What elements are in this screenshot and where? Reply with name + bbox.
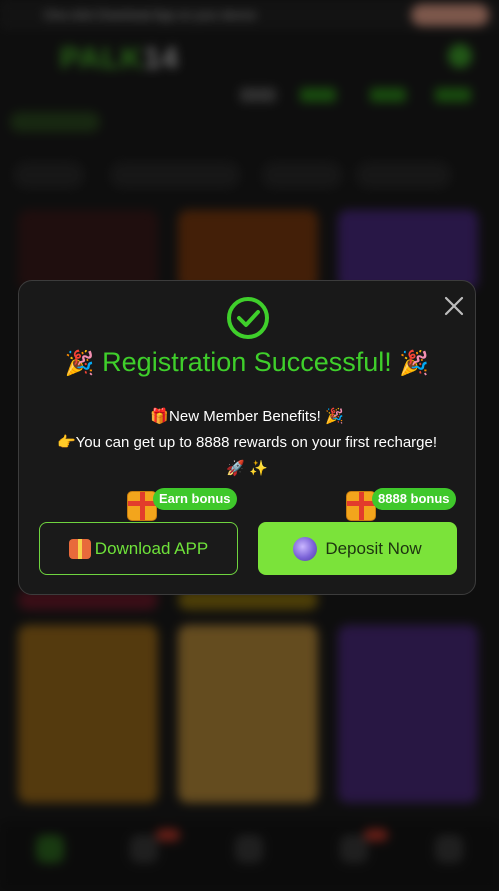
- benefit-heading-text: New Member Benefits!: [169, 408, 321, 425]
- close-icon[interactable]: [439, 291, 469, 321]
- wallet-icon: [293, 536, 318, 561]
- party-popper-icon: 🎉: [399, 350, 430, 377]
- deposit-bonus-tag: 8888 bonus: [372, 488, 456, 510]
- gift-emoji-icon: 🎁: [150, 408, 170, 425]
- check-circle-icon: [227, 297, 269, 339]
- deposit-now-button[interactable]: Deposit Now: [258, 522, 457, 575]
- registration-success-modal: 🎉 Registration Successful! 🎉 🎁New Member…: [18, 280, 476, 595]
- rocket-sparkles-icon: 🚀 ✨: [226, 460, 268, 477]
- pointing-hand-icon: 👉: [56, 434, 76, 451]
- gift-icon: [68, 538, 91, 559]
- download-app-button[interactable]: Download APP: [39, 522, 238, 575]
- earn-bonus-tag: Earn bonus: [153, 488, 237, 510]
- benefit-description-text: You can get up to 8888 rewards on your f…: [75, 434, 438, 451]
- party-popper-icon: 🎉: [64, 350, 95, 377]
- benefit-heading: 🎁New Member Benefits! 🎉: [19, 407, 475, 425]
- modal-title-row: 🎉 Registration Successful! 🎉: [19, 347, 475, 378]
- download-app-label: Download APP: [94, 538, 209, 558]
- party-popper-icon: 🎉: [324, 408, 344, 425]
- modal-title: Registration Successful!: [102, 347, 392, 377]
- benefit-description: 👉You can get up to 8888 rewards on your …: [19, 433, 475, 451]
- deposit-now-label: Deposit Now: [325, 538, 422, 558]
